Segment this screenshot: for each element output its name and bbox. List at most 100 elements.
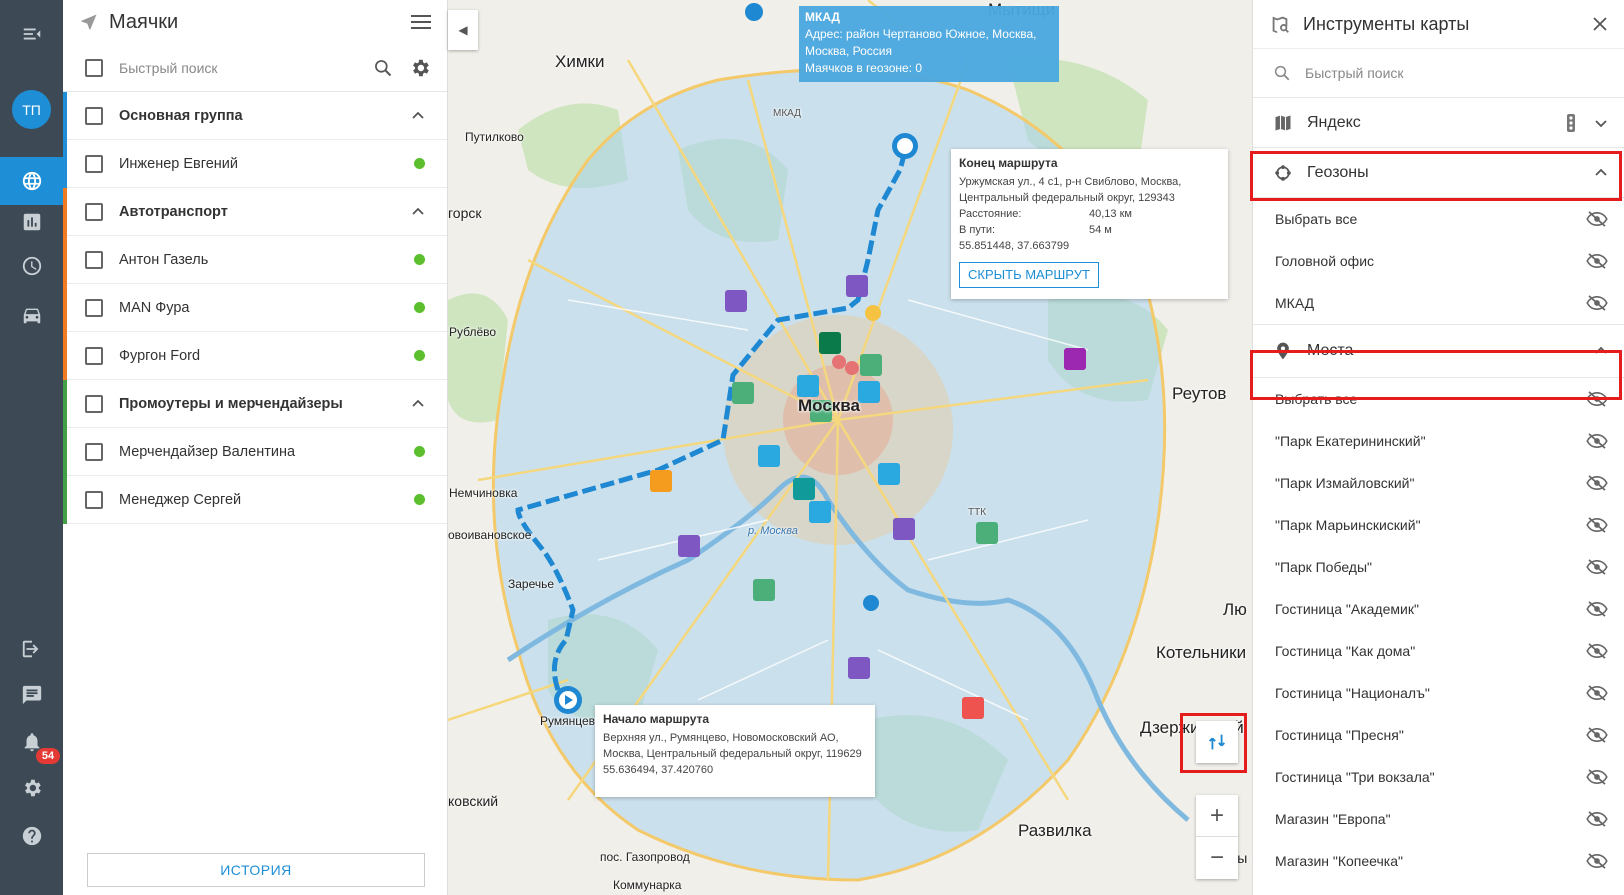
visibility-off-icon[interactable] [1586, 811, 1608, 827]
search-icon[interactable] [373, 58, 393, 78]
tools-title: Инструменты карты [1303, 13, 1470, 34]
visibility-off-icon[interactable] [1586, 853, 1608, 869]
traffic-light-icon[interactable] [1562, 113, 1580, 133]
place-item-label: "Парк Екатерининский" [1275, 433, 1426, 449]
place-item[interactable]: "Парк Марьинскиский" [1253, 504, 1624, 546]
place-item[interactable]: Гостиница "Пресня" [1253, 714, 1624, 756]
notification-count-badge: 54 [36, 748, 60, 764]
expand-menu-icon[interactable] [0, 10, 63, 58]
place-item[interactable]: Магазин "Европа" [1253, 798, 1624, 840]
chat-icon[interactable] [0, 671, 63, 719]
place-item[interactable]: "Парк Победы" [1253, 546, 1624, 588]
place-item[interactable]: "Парк Екатерининский" [1253, 420, 1624, 462]
beacon-checkbox[interactable] [85, 154, 103, 173]
settings-gear-icon[interactable] [0, 764, 63, 812]
close-icon[interactable] [1592, 16, 1608, 32]
search-icon [1274, 65, 1290, 81]
visibility-off-icon[interactable] [1586, 211, 1608, 227]
user-avatar[interactable]: ТП [12, 90, 51, 129]
geozones-list: Головной офисМКАДОфис [1253, 240, 1624, 324]
chevron-up-icon[interactable] [411, 205, 425, 219]
hamburger-menu-icon[interactable] [411, 14, 431, 30]
group-color-bar [63, 188, 67, 380]
beacons-search-input[interactable]: Быстрый поиск [119, 60, 373, 76]
chevron-up-icon[interactable] [411, 397, 425, 411]
beacon-checkbox[interactable] [85, 490, 103, 509]
place-item[interactable]: Гостиница "Как дома" [1253, 630, 1624, 672]
chevron-down-icon[interactable] [1594, 116, 1608, 130]
visibility-off-icon[interactable] [1586, 685, 1608, 701]
geozone-tooltip-name: МКАД [805, 10, 840, 24]
beacon-group: Основная группа Инженер Евгений [63, 92, 447, 188]
group-header[interactable]: Автотранспорт [63, 188, 447, 236]
geozone-tooltip-address: Адрес: район Чертаново Южное, Москва, Мо… [805, 27, 1037, 58]
visibility-off-icon[interactable] [1586, 475, 1608, 491]
collapse-panel-button[interactable]: ◀ [448, 10, 478, 50]
place-item[interactable]: Гостиница "Академик" [1253, 588, 1624, 630]
route-start-title: Начало маршрута [603, 712, 710, 726]
geozone-item-label: МКАД [1275, 295, 1315, 311]
map-label-rumyantsevo: Румянцево [540, 714, 602, 728]
group-checkbox[interactable] [85, 394, 103, 413]
group-checkbox[interactable] [85, 106, 103, 125]
route-end-duration: В пути: 54 м [959, 224, 1112, 236]
visibility-off-icon[interactable] [1586, 517, 1608, 533]
select-all-checkbox[interactable] [85, 58, 103, 77]
beacon-name: Антон Газель [119, 251, 209, 268]
place-item[interactable]: Магазин "Копеечка" [1253, 840, 1624, 882]
place-item-label: Магазин "Копеечка" [1275, 853, 1403, 869]
beacon-item[interactable]: Антон Газель [63, 236, 447, 284]
beacon-item[interactable]: MAN Фура [63, 284, 447, 332]
map-search-icon [1272, 16, 1289, 34]
group-name: Основная группа [119, 107, 243, 124]
beacons-header: Маячки [63, 0, 447, 44]
beacon-checkbox[interactable] [85, 298, 103, 317]
beacon-item[interactable]: Менеджер Сергей [63, 476, 447, 524]
beacon-name: Мерчендайзер Валентина [119, 443, 296, 460]
visibility-off-icon[interactable] [1586, 727, 1608, 743]
zoom-in-button[interactable]: + [1196, 795, 1238, 837]
place-item[interactable]: Гостиница "Три вокзала" [1253, 756, 1624, 798]
hide-route-button[interactable]: СКРЫТЬ МАРШРУТ [959, 262, 1099, 288]
nav-rail: ТП 54 [0, 0, 63, 895]
help-icon[interactable] [0, 812, 63, 860]
place-item-label: Магазин "Европа" [1275, 811, 1391, 827]
beacon-checkbox[interactable] [85, 442, 103, 461]
reports-chart-icon[interactable] [0, 198, 63, 246]
group-checkbox[interactable] [85, 202, 103, 221]
beacon-item[interactable]: Фургон Ford [63, 332, 447, 380]
map-tools-panel: Инструменты карты Быстрый поиск Яндекс Г… [1252, 0, 1624, 895]
place-item[interactable]: "Парк Измайловский" [1253, 462, 1624, 504]
chevron-up-icon[interactable] [411, 109, 425, 123]
place-item[interactable]: Гостиница "Националъ" [1253, 672, 1624, 714]
beacon-item[interactable]: Инженер Евгений [63, 140, 447, 188]
beacon-checkbox[interactable] [85, 250, 103, 269]
map-label-reutov: Реутов [1172, 384, 1227, 403]
logout-icon[interactable] [0, 625, 63, 673]
visibility-off-icon[interactable] [1586, 643, 1608, 659]
visibility-off-icon[interactable] [1586, 253, 1608, 269]
zoom-out-button[interactable]: − [1196, 837, 1238, 879]
beacon-checkbox[interactable] [85, 346, 103, 365]
history-button[interactable]: ИСТОРИЯ [87, 853, 425, 887]
beacon-item[interactable]: Мерчендайзер Валентина [63, 428, 447, 476]
group-header[interactable]: Основная группа [63, 92, 447, 140]
geozone-item[interactable]: МКАД [1253, 282, 1624, 324]
visibility-off-icon[interactable] [1586, 559, 1608, 575]
visibility-off-icon[interactable] [1586, 433, 1608, 449]
geozone-item[interactable]: Головной офис [1253, 240, 1624, 282]
tools-search-input[interactable]: Быстрый поиск [1305, 65, 1404, 81]
visibility-off-icon[interactable] [1586, 769, 1608, 785]
visibility-off-icon[interactable] [1586, 295, 1608, 311]
history-clock-icon[interactable] [0, 242, 63, 290]
map-label-rublevo: Рублёво [449, 325, 497, 339]
filter-settings-gear-icon[interactable] [409, 57, 431, 79]
vehicles-car-icon[interactable] [0, 291, 63, 339]
visibility-off-icon[interactable] [1586, 601, 1608, 617]
place-item-label: Гостиница "Националъ" [1275, 685, 1430, 701]
geozones-select-all[interactable]: Выбрать все [1253, 198, 1624, 240]
section-yandex[interactable]: Яндекс [1253, 98, 1624, 148]
group-header[interactable]: Промоутеры и мерчендайзеры [63, 380, 447, 428]
map-label-razvilka: Развилка [1018, 821, 1092, 840]
tools-search-row: Быстрый поиск [1253, 48, 1624, 98]
